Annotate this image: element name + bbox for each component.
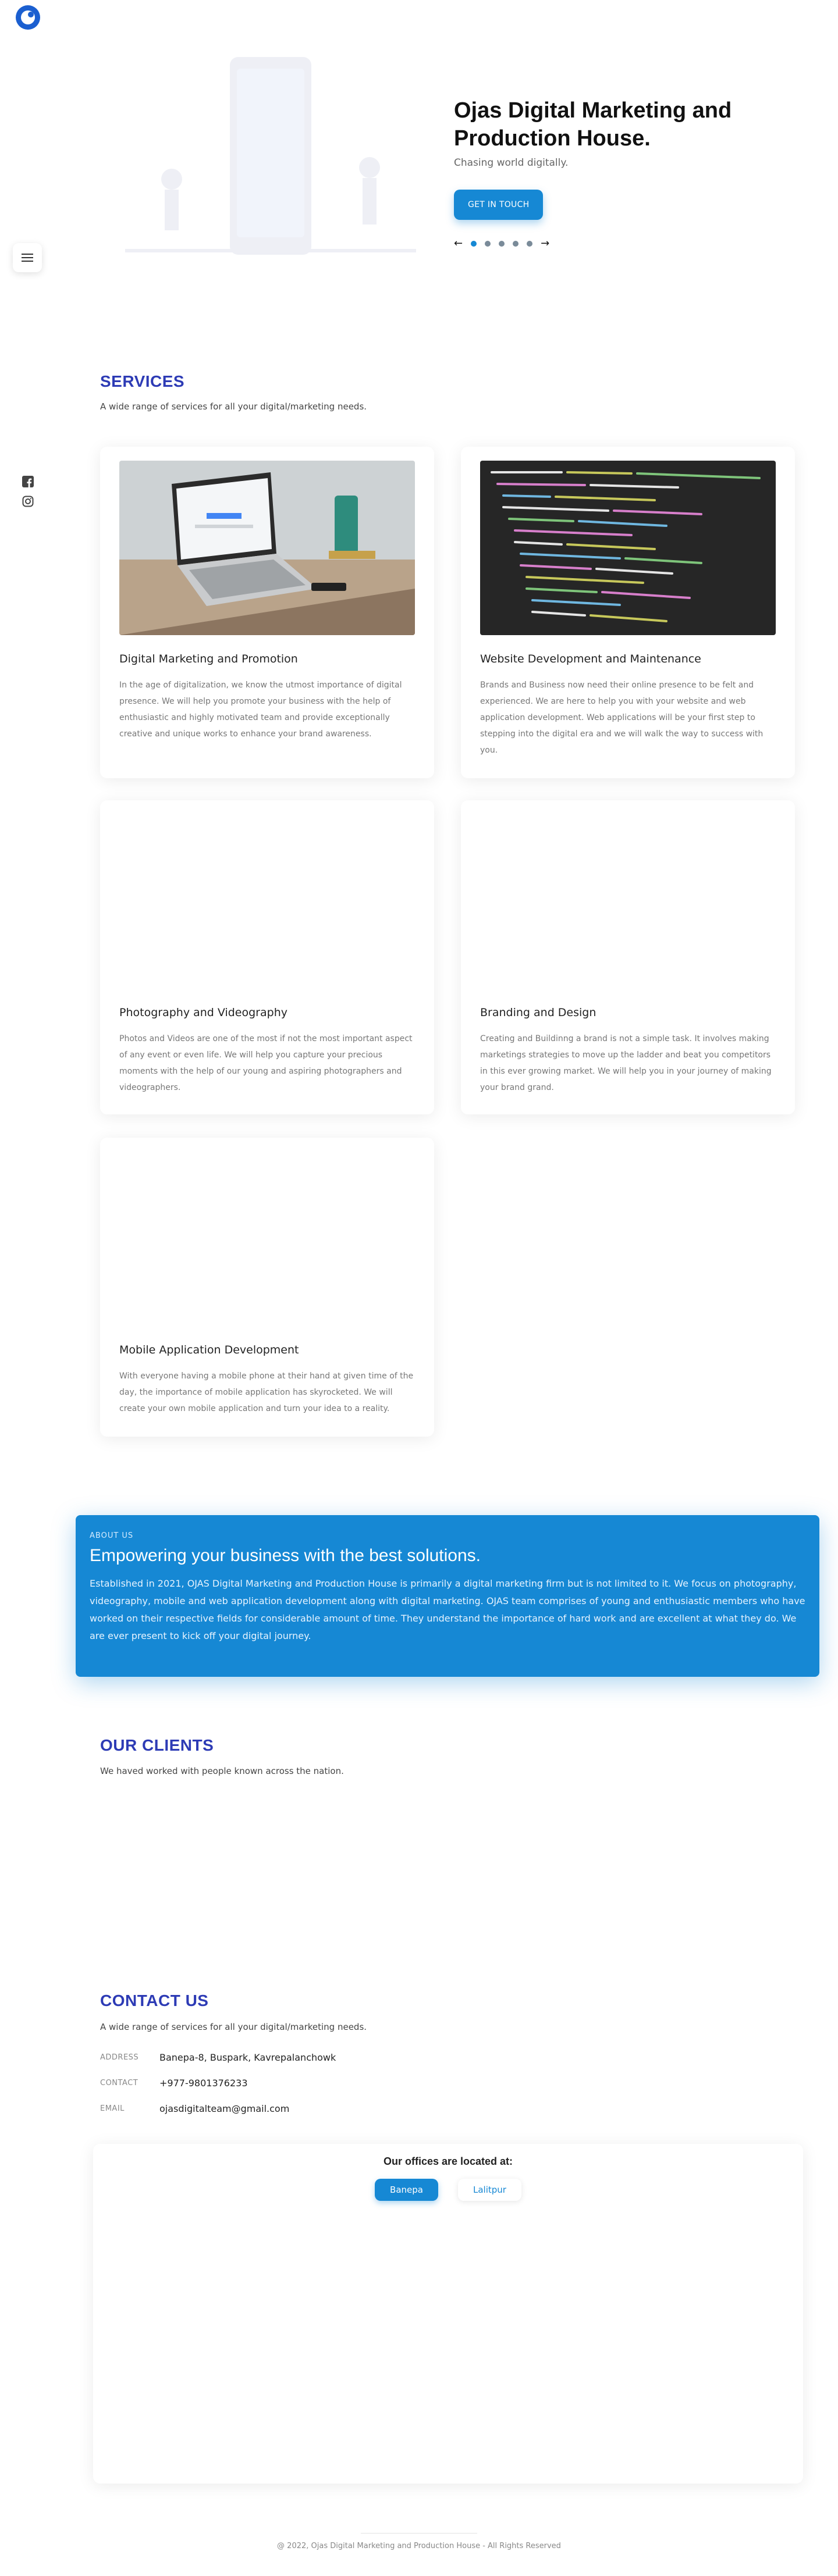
laptop-photo — [119, 461, 415, 635]
service-description: Brands and Business now need their onlin… — [480, 680, 764, 755]
page: Ojas Digital Marketing and Production Ho… — [0, 0, 838, 2576]
service-description: With everyone having a mobile phone at t… — [119, 1371, 414, 1413]
hero-illustration — [125, 57, 416, 255]
offices-map-card: Our offices are located at: Banepa Lalit… — [93, 2144, 803, 2484]
instagram-icon[interactable] — [22, 496, 34, 507]
slider-dot[interactable] — [513, 240, 519, 247]
footer-divider — [361, 2533, 477, 2534]
service-title: Mobile Application Development — [119, 1344, 299, 1356]
footer-copyright: @ 2022, Ojas Digital Marketing and Produ… — [277, 2542, 561, 2550]
hero-slider-controls: ← → — [454, 237, 780, 250]
logo-icon — [16, 5, 40, 30]
slider-dot[interactable] — [527, 240, 533, 247]
contact-address-row: ADDRESS Banepa-8, Buspark, Kavrepalancho… — [100, 2052, 336, 2063]
about-body: Established in 2021, OJAS Digital Market… — [90, 1578, 805, 1641]
about-panel: ABOUT US Empowering your business with t… — [76, 1515, 819, 1677]
offices-title: Our offices are located at: — [383, 2155, 513, 2167]
service-description: Photos and Videos are one of the most if… — [119, 1034, 413, 1092]
contact-phone-row: CONTACT +977-9801376233 — [100, 2078, 248, 2089]
tab-lalitpur[interactable]: Lalitpur — [457, 2179, 521, 2201]
social-links — [22, 476, 34, 507]
office-tabs: Banepa Lalitpur — [93, 2179, 803, 2201]
arrow-right-icon[interactable]: → — [541, 237, 549, 250]
contact-key: CONTACT — [100, 2079, 139, 2087]
hero-subtitle: Chasing world digitally. — [454, 157, 569, 169]
service-card[interactable]: Digital Marketing and Promotion In the a… — [100, 447, 434, 778]
hamburger-icon — [22, 254, 33, 262]
contact-value: Banepa-8, Buspark, Kavrepalanchowk — [159, 2052, 336, 2063]
services-subtitle: A wide range of services for all your di… — [100, 401, 367, 412]
slider-dot[interactable] — [499, 240, 505, 247]
service-card[interactable]: Photography and Videography Photos and V… — [100, 800, 434, 1114]
clients-subtitle: We haved worked with people known across… — [100, 1766, 344, 1776]
service-card[interactable]: Branding and Design Creating and Buildin… — [461, 800, 795, 1114]
service-description: In the age of digitalization, we know th… — [119, 680, 402, 739]
service-title: Website Development and Maintenance — [480, 653, 701, 665]
slider-dot[interactable] — [485, 240, 491, 247]
slider-dot[interactable] — [471, 240, 477, 247]
service-title: Photography and Videography — [119, 1006, 287, 1019]
service-title: Digital Marketing and Promotion — [119, 653, 298, 665]
facebook-icon[interactable] — [22, 476, 34, 487]
hero-title: Ojas Digital Marketing and Production Ho… — [454, 98, 732, 151]
contact-title: CONTACT US — [100, 1991, 209, 2010]
contact-value[interactable]: ojasdigitalteam@gmail.com — [159, 2103, 289, 2114]
contact-key: EMAIL — [100, 2104, 125, 2113]
get-in-touch-button[interactable]: GET IN TOUCH — [454, 190, 544, 220]
brand-logo[interactable] — [12, 3, 44, 37]
service-card[interactable]: Mobile Application Development With ever… — [100, 1138, 434, 1437]
contact-key: ADDRESS — [100, 2053, 139, 2062]
code-screen-photo — [480, 461, 776, 635]
service-description: Creating and Buildinng a brand is not a … — [480, 1034, 772, 1092]
service-card[interactable]: Website Development and Maintenance Bran… — [461, 447, 795, 778]
arrow-left-icon[interactable]: ← — [454, 237, 463, 250]
about-label: ABOUT US — [90, 1531, 134, 1540]
menu-button[interactable] — [13, 243, 42, 272]
contact-subtitle: A wide range of services for all your di… — [100, 2022, 367, 2032]
services-title: SERVICES — [100, 372, 185, 390]
contact-email-row: EMAIL ojasdigitalteam@gmail.com — [100, 2103, 289, 2114]
about-title: Empowering your business with the best s… — [90, 1546, 481, 1565]
tab-banepa[interactable]: Banepa — [375, 2179, 438, 2201]
hero-content: Ojas Digital Marketing and Production Ho… — [454, 97, 780, 250]
service-title: Branding and Design — [480, 1006, 596, 1019]
clients-title: OUR CLIENTS — [100, 1736, 214, 1754]
contact-value[interactable]: +977-9801376233 — [159, 2078, 248, 2089]
